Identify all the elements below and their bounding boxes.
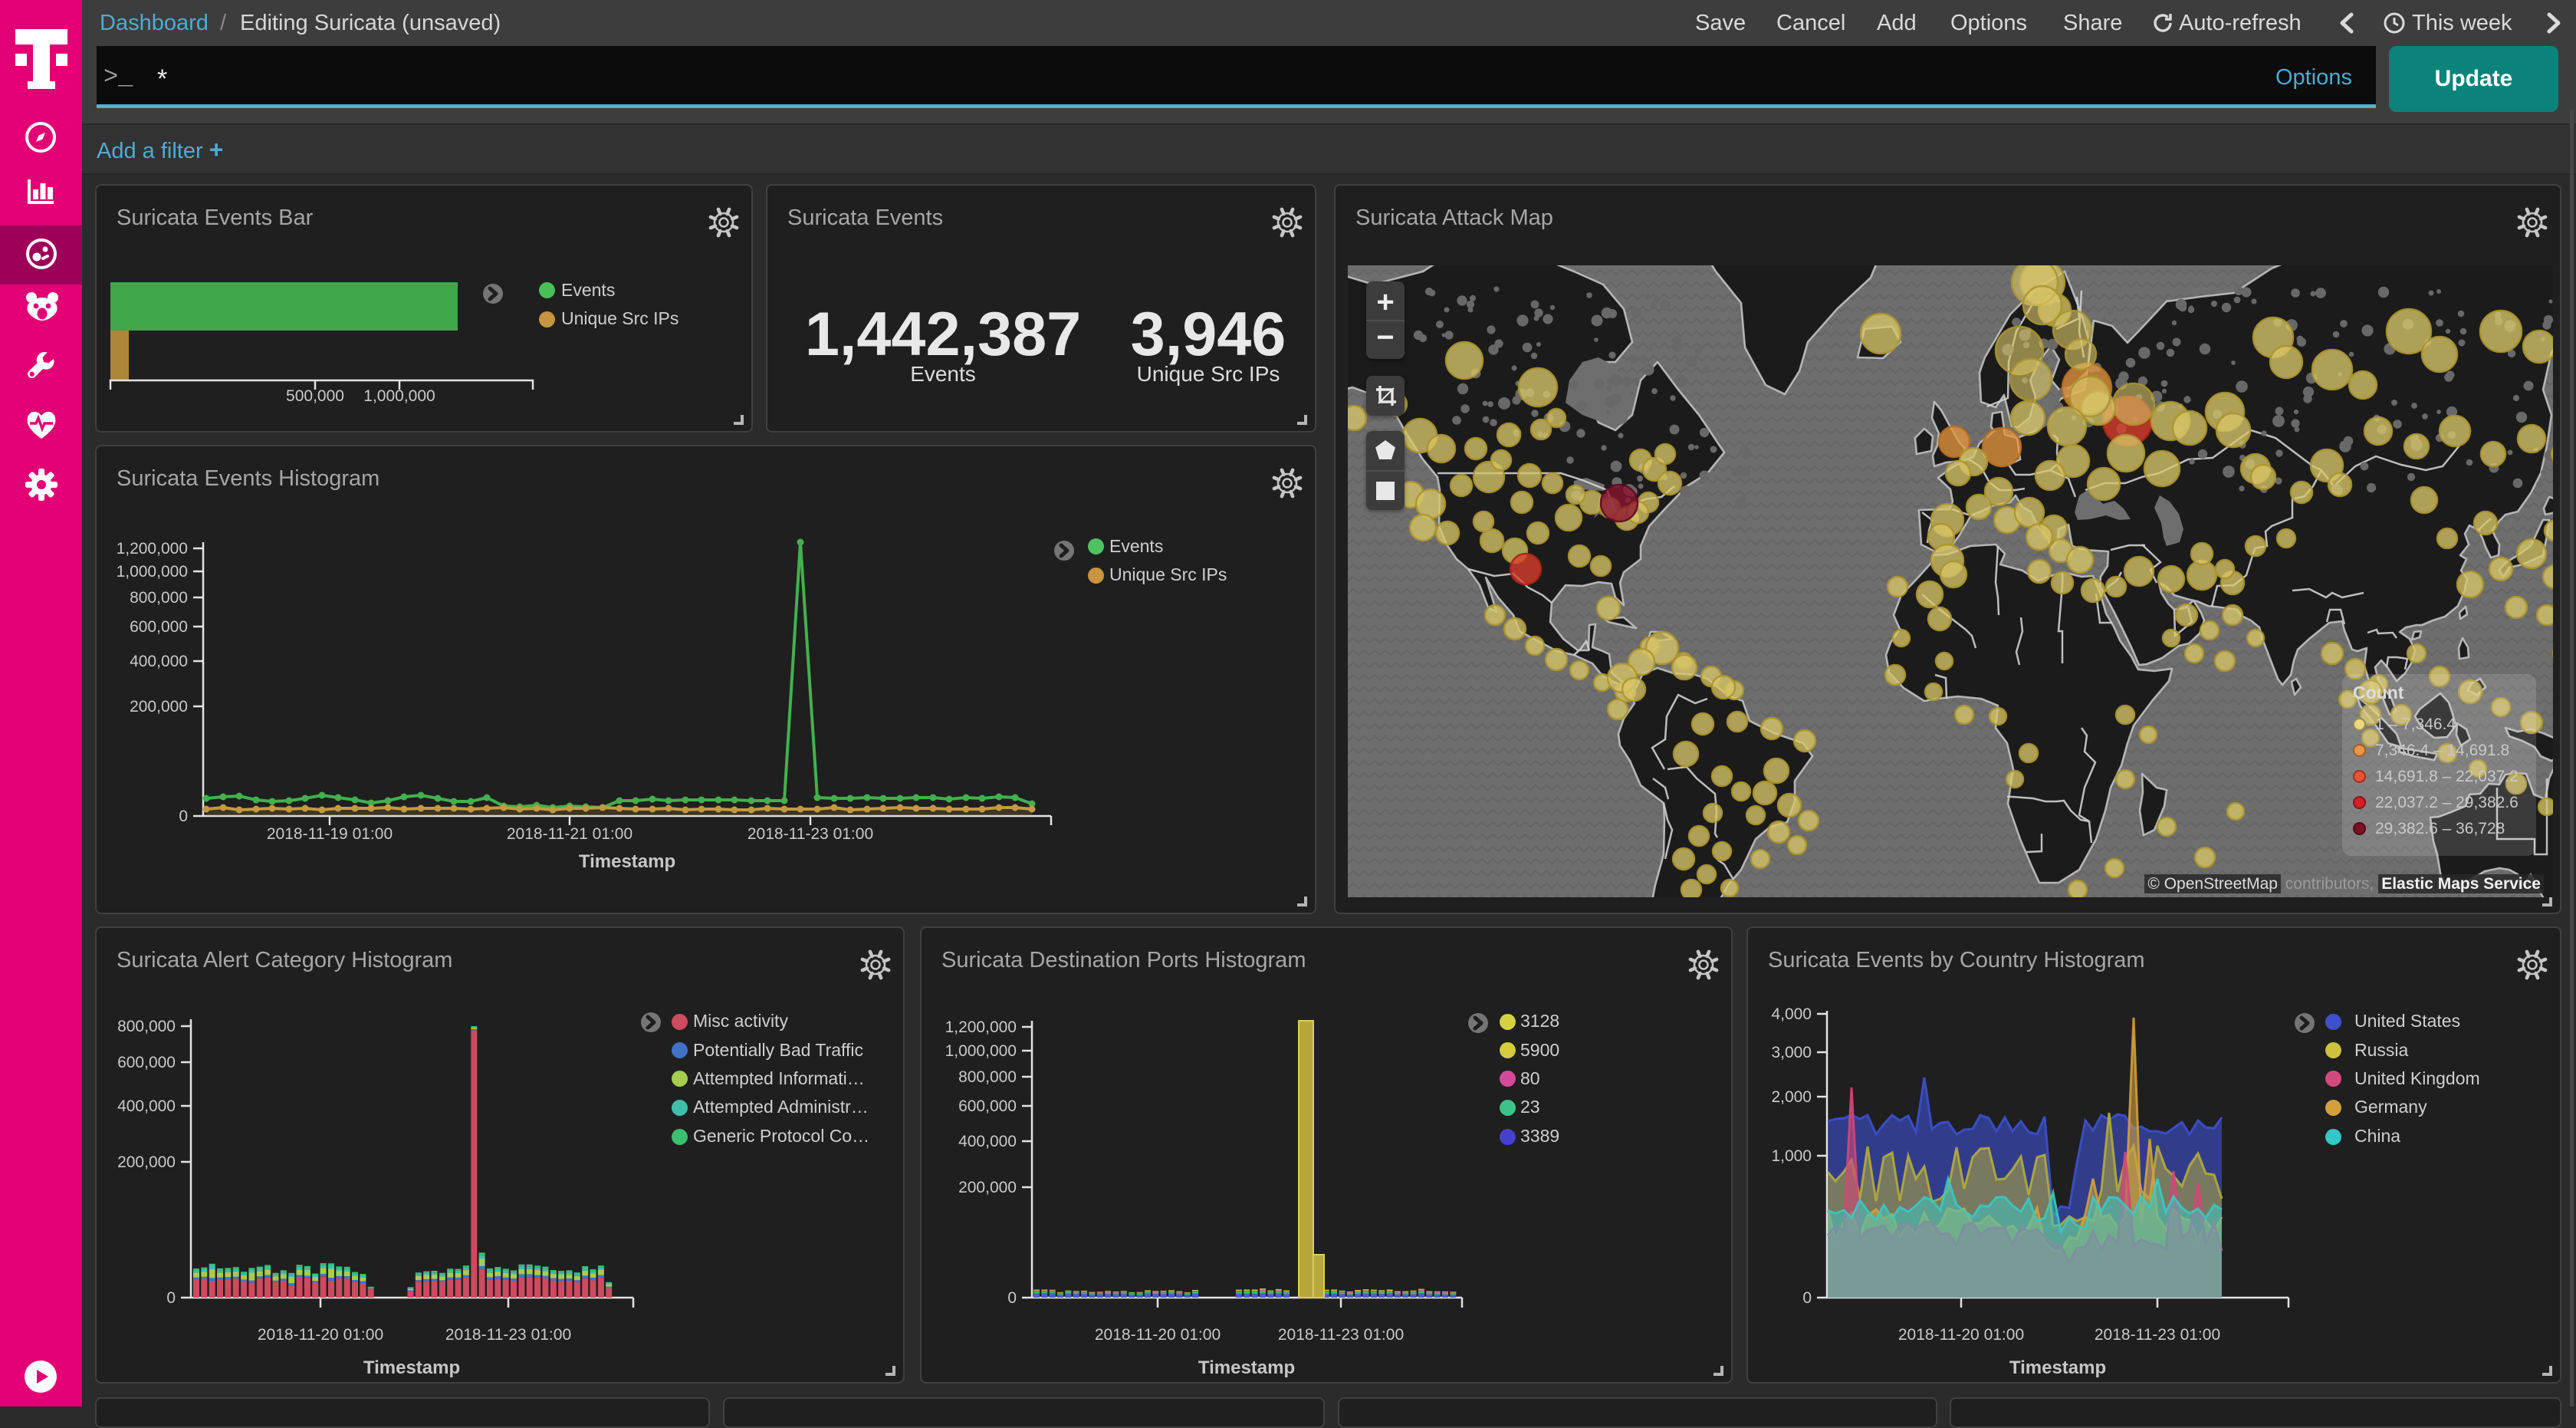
svg-text:2018-11-19 01:00: 2018-11-19 01:00 [267,825,393,843]
svg-text:600,000: 600,000 [130,618,188,636]
svg-text:1,000,000: 1,000,000 [117,563,188,581]
svg-text:2018-11-20 01:00: 2018-11-20 01:00 [1898,1326,2024,1344]
svg-text:3,000: 3,000 [1771,1044,1812,1061]
svg-text:800,000: 800,000 [117,1018,176,1035]
svg-text:2018-11-21 01:00: 2018-11-21 01:00 [507,825,632,843]
svg-text:2018-11-20 01:00: 2018-11-20 01:00 [258,1326,383,1344]
svg-text:500,000: 500,000 [286,387,344,405]
svg-text:2018-11-23 01:00: 2018-11-23 01:00 [1278,1326,1404,1344]
svg-text:2,000: 2,000 [1771,1088,1812,1106]
svg-text:0: 0 [179,808,188,825]
svg-text:2018-11-20 01:00: 2018-11-20 01:00 [1095,1326,1221,1344]
svg-text:200,000: 200,000 [117,1153,176,1171]
svg-text:Timestamp: Timestamp [2009,1357,2106,1378]
svg-text:0: 0 [1802,1289,1812,1307]
svg-text:4,000: 4,000 [1771,1005,1812,1023]
svg-text:0: 0 [1007,1289,1017,1307]
svg-text:1,200,000: 1,200,000 [117,540,188,558]
svg-text:1,000,000: 1,000,000 [363,387,435,405]
svg-text:800,000: 800,000 [130,589,188,607]
svg-text:400,000: 400,000 [117,1097,176,1115]
svg-text:400,000: 400,000 [958,1133,1017,1150]
svg-text:200,000: 200,000 [958,1179,1017,1196]
svg-text:2018-11-23 01:00: 2018-11-23 01:00 [2095,1326,2220,1344]
svg-text:800,000: 800,000 [958,1068,1017,1086]
svg-text:1,000,000: 1,000,000 [945,1042,1017,1060]
svg-text:400,000: 400,000 [130,653,188,670]
svg-text:Timestamp: Timestamp [579,851,675,872]
svg-text:2018-11-23 01:00: 2018-11-23 01:00 [445,1326,571,1344]
svg-text:Timestamp: Timestamp [363,1357,460,1378]
svg-text:1,200,000: 1,200,000 [945,1018,1017,1036]
svg-text:2018-11-23 01:00: 2018-11-23 01:00 [748,825,873,843]
svg-text:200,000: 200,000 [130,698,188,716]
svg-text:600,000: 600,000 [958,1097,1017,1115]
svg-text:Timestamp: Timestamp [1198,1357,1295,1378]
svg-text:0: 0 [166,1289,176,1307]
svg-text:600,000: 600,000 [117,1054,176,1071]
svg-text:1,000: 1,000 [1771,1147,1812,1165]
